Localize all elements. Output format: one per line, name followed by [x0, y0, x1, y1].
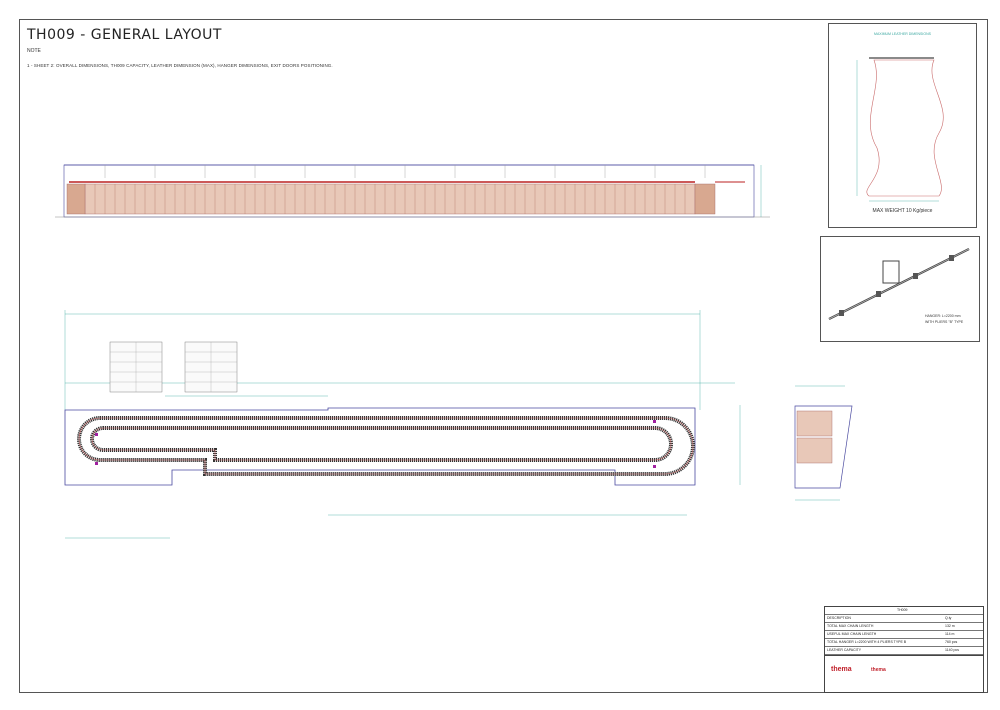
drawing-title: TH009 - GENERAL LAYOUT [27, 27, 222, 43]
plan-view [64, 310, 741, 539]
hanger-caption-1: HANGER: L=2200 mm [925, 314, 961, 318]
side-elevation-view [55, 164, 770, 218]
brand-logo-secondary: thema [871, 667, 886, 673]
leather-dimensions-panel: MAXIMUM LEATHER DIMENSIONS MAX WEIGHT 10… [828, 23, 977, 228]
title-block-footer: thema thema [825, 655, 983, 693]
section-view [794, 385, 853, 501]
hanger-panel: HANGER: L=2200 mm WITH PLIERS "B" TYPE [820, 236, 980, 342]
leather-drawing [856, 57, 944, 202]
table-row: LEATHER CAPACITY 1140 pcs [825, 647, 983, 655]
brand-logo: thema [831, 666, 852, 673]
table-row: TOTAL HANGER L=2200 WITH 4 PLIERS TYPE B… [825, 639, 983, 647]
title-block-header: TH009 [825, 607, 983, 615]
max-weight-label: MAX WEIGHT 10 Kg/piece [872, 208, 933, 214]
note-label: NOTE [27, 48, 41, 54]
table-row: USEFUL MAX CHAIN LENGTH 114 m [825, 631, 983, 639]
table-row: TOTAL MAX CHAIN LENGTH 132 m [825, 623, 983, 631]
hanger-drawing [828, 248, 970, 320]
hanger-caption-2: WITH PLIERS "B" TYPE [925, 320, 964, 324]
leather-panel-header: MAXIMUM LEATHER DIMENSIONS [874, 32, 931, 36]
title-block: TH009 DESCRIPTION Q.ty TOTAL MAX CHAIN L… [824, 606, 984, 693]
note-text: 1 - SHEET 2: OVERALL DIMENSIONS, TH009 C… [27, 63, 333, 68]
table-row: DESCRIPTION Q.ty [825, 615, 983, 623]
